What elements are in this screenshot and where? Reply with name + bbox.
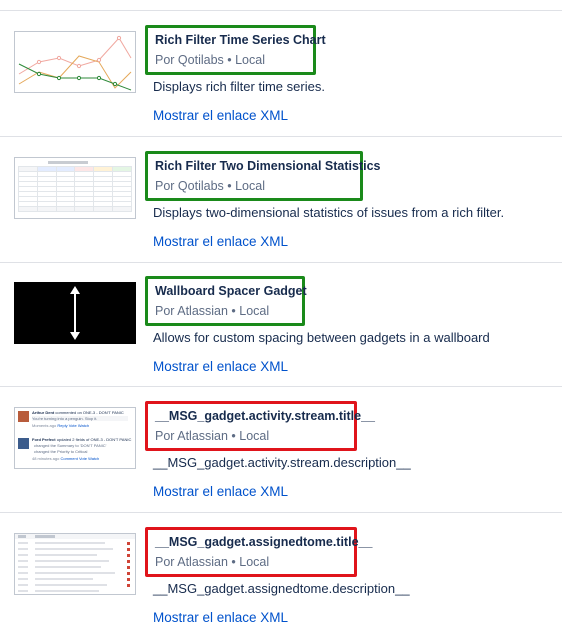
- gadget-description: __MSG_gadget.assignedtome.description__: [153, 581, 410, 596]
- line-chart-image: [18, 35, 132, 91]
- show-xml-link[interactable]: Mostrar el enlace XML: [153, 108, 288, 123]
- activity-stream-thumbnail: Arthur Dent commented on ONE-3 - DON'T P…: [14, 407, 136, 469]
- gadget-item: __MSG_gadget.assignedtome.title__ Por At…: [0, 513, 572, 637]
- gadget-meta: Por Qotilabs • Local: [155, 53, 265, 67]
- assigned-list-thumbnail: [14, 533, 136, 595]
- gadget-header-highlight: Wallboard Spacer Gadget Por Atlassian • …: [145, 276, 307, 326]
- gadget-meta: Por Atlassian • Local: [155, 555, 270, 569]
- vertical-arrow-icon: [70, 286, 80, 340]
- gadget-item: Rich Filter Time Series Chart Por Qotila…: [0, 11, 572, 136]
- thumb-action: commented on ONE-3 - DON'T PANIC: [55, 410, 124, 415]
- gadget-description: __MSG_gadget.activity.stream.description…: [153, 455, 411, 470]
- thumb-user: Ford Prefect: [32, 437, 56, 442]
- gadget-title[interactable]: __MSG_gadget.activity.stream.title__: [155, 408, 375, 424]
- gadget-header-highlight: Rich Filter Time Series Chart Por Qotila…: [145, 25, 326, 75]
- vertical-arrow-thumbnail: [14, 282, 136, 344]
- gadget-meta: Por Atlassian • Local: [155, 429, 270, 443]
- assigned-list-image: [15, 534, 135, 592]
- gadget-description: Displays rich filter time series.: [153, 79, 325, 94]
- gadget-description: Displays two-dimensional statistics of i…: [153, 205, 505, 220]
- show-xml-link[interactable]: Mostrar el enlace XML: [153, 610, 288, 625]
- gadget-description: Allows for custom spacing between gadget…: [153, 330, 490, 345]
- thumb-action: updated 2 fields of ONE-3 - DON'T PANIC: [56, 437, 132, 442]
- thumb-comment: Comment: [60, 456, 78, 461]
- stats-table-image: [15, 158, 135, 215]
- gadget-title[interactable]: Rich Filter Time Series Chart: [155, 32, 326, 48]
- gadget-title[interactable]: __MSG_gadget.assignedtome.title__: [155, 534, 372, 550]
- show-xml-link[interactable]: Mostrar el enlace XML: [153, 359, 288, 374]
- thumb-change: changed the Priority to Critical: [34, 449, 88, 454]
- thumb-change: changed the Summary to 'DON'T PANIC': [34, 443, 107, 448]
- avatar: [18, 438, 29, 449]
- gadget-meta: Por Qotilabs • Local: [155, 179, 265, 193]
- gadget-meta: Por Atlassian • Local: [155, 304, 270, 318]
- gadget-header-highlight: Rich Filter Two Dimensional Statistics P…: [145, 151, 381, 201]
- thumb-quote: You're turning into a penguin. Stop it.: [32, 416, 128, 421]
- thumb-reply: Reply: [57, 423, 68, 428]
- gadget-header-highlight: __MSG_gadget.assignedtome.title__ Por At…: [145, 527, 372, 577]
- show-xml-link[interactable]: Mostrar el enlace XML: [153, 484, 288, 499]
- gadget-title[interactable]: Rich Filter Two Dimensional Statistics: [155, 158, 381, 174]
- gadget-title[interactable]: Wallboard Spacer Gadget: [155, 283, 307, 299]
- thumb-watch: Watch: [77, 423, 90, 428]
- gadget-header-highlight: __MSG_gadget.activity.stream.title__ Por…: [145, 401, 375, 451]
- stats-table-thumbnail: [14, 157, 136, 219]
- avatar: [18, 411, 29, 422]
- thumb-user: Arthur Dent: [32, 410, 55, 415]
- line-chart-thumbnail: [14, 31, 136, 93]
- thumb-watch: Watch: [88, 456, 100, 461]
- thumb-vote: Vote: [68, 423, 77, 428]
- thumb-time: Moments ago: [32, 423, 57, 428]
- gadget-item: Wallboard Spacer Gadget Por Atlassian • …: [0, 263, 572, 386]
- thumb-vote: Vote: [78, 456, 87, 461]
- gadget-item: Rich Filter Two Dimensional Statistics P…: [0, 137, 572, 262]
- gadget-item: Arthur Dent commented on ONE-3 - DON'T P…: [0, 387, 572, 512]
- show-xml-link[interactable]: Mostrar el enlace XML: [153, 234, 288, 249]
- thumb-time: 48 minutes ago: [32, 456, 60, 461]
